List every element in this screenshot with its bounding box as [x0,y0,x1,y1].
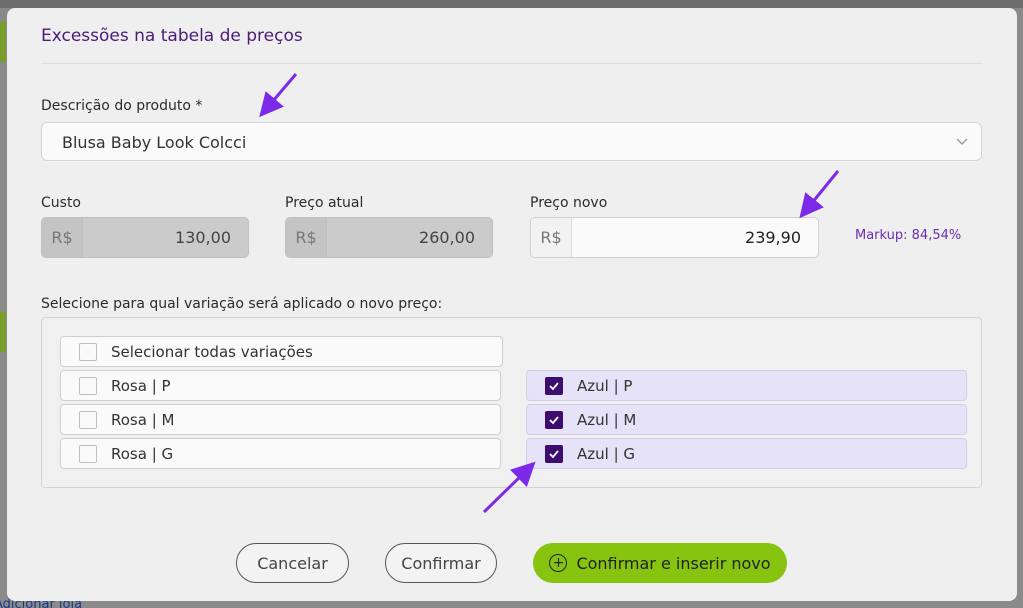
currency-prefix: R$ [42,218,83,257]
currency-prefix: R$ [531,218,572,257]
new-price-input[interactable]: 239,90 [572,218,818,257]
checkbox[interactable] [79,410,97,429]
variation-label: Azul | M [577,410,637,429]
product-label: Descrição do produto * [41,98,203,114]
variation-label: Rosa | M [111,410,175,429]
background-green-tab [0,22,6,62]
modal-title: Excessões na tabela de preços [41,26,303,46]
current-price-value: 260,00 [419,228,475,247]
check-icon [549,415,559,424]
cost-label: Custo [41,195,81,211]
product-select[interactable]: Blusa Baby Look Colcci [41,122,982,161]
confirm-and-insert-new-button[interactable]: + Confirmar e inserir novo [533,543,787,583]
cost-field: R$ 130,00 [41,217,249,258]
cancel-button[interactable]: Cancelar [236,543,349,583]
chevron-down-icon [956,138,968,145]
product-select-value: Blusa Baby Look Colcci [62,133,247,152]
price-exception-modal: Excessões na tabela de preços Descrição … [7,8,1017,601]
variation-azul-m[interactable]: Azul | M [526,404,967,435]
variation-rosa-m[interactable]: Rosa | M [60,404,501,435]
confirm-button[interactable]: Confirmar [385,543,497,583]
check-icon [549,381,559,390]
cost-value: 130,00 [175,228,231,247]
checkbox[interactable] [79,444,97,463]
variation-rosa-g[interactable]: Rosa | G [60,438,501,469]
markup-text: Markup: 84,54% [855,228,962,243]
new-price-label: Preço novo [530,195,608,211]
plus-circle-icon: + [549,554,568,572]
current-price-field: R$ 260,00 [285,217,493,258]
checkbox-checked[interactable] [545,410,563,429]
variation-rosa-p[interactable]: Rosa | P [60,370,501,401]
select-all-label: Selecionar todas variações [111,342,313,361]
variation-label: Rosa | G [111,444,174,463]
variations-label: Selecione para qual variação será aplica… [41,296,443,312]
check-icon [549,449,559,458]
checkbox[interactable] [79,376,97,395]
checkbox-checked[interactable] [545,444,563,463]
new-price-field[interactable]: R$ 239,90 [530,217,819,258]
checkbox-checked[interactable] [545,376,563,395]
select-all-variations[interactable]: Selecionar todas variações [60,336,503,367]
current-price-label: Preço atual [285,195,364,211]
divider [41,63,983,64]
currency-prefix: R$ [286,218,327,257]
variation-label: Azul | G [577,444,636,463]
variation-azul-g[interactable]: Azul | G [526,438,967,469]
variation-azul-p[interactable]: Azul | P [526,370,967,401]
background-green-tab [0,312,6,352]
background-bar [0,0,1023,8]
variation-label: Azul | P [577,376,633,395]
confirm-and-insert-new-label: Confirmar e inserir novo [576,553,771,573]
variation-label: Rosa | P [111,376,171,395]
checkbox[interactable] [79,342,97,361]
